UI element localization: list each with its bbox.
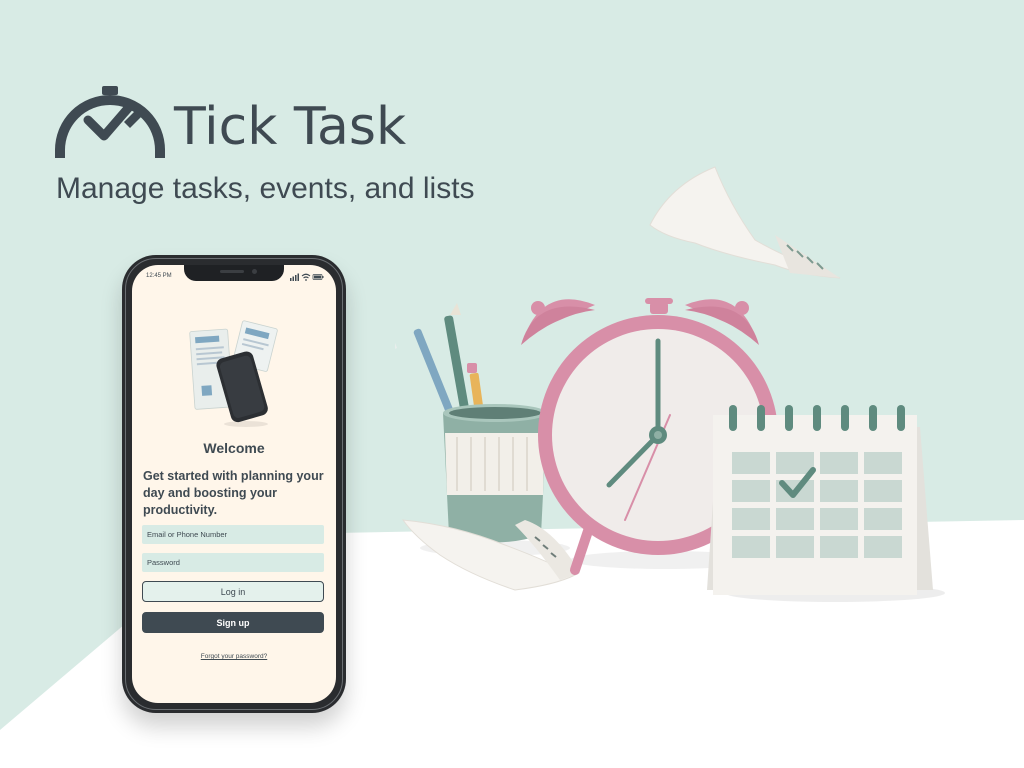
login-button[interactable]: Log in [142, 581, 324, 602]
password-field[interactable] [142, 553, 324, 572]
app-name: Tick Task [174, 97, 407, 157]
desk-illustration [395, 166, 945, 602]
hero-scene: Tick Task Manage tasks, events, and list… [0, 0, 1024, 768]
signup-button[interactable]: Sign up [142, 612, 324, 633]
front-camera [252, 269, 257, 274]
documents-phone-illustration [189, 320, 278, 427]
welcome-title: Welcome [203, 440, 265, 456]
clock-check-icon [55, 86, 165, 158]
forgot-password-link[interactable]: Forgot your password? [132, 653, 336, 660]
battery-icon [312, 274, 324, 280]
desk-calendar [707, 405, 933, 595]
phone-mockup: 12:45 PM Welcome Get started with planni… [122, 255, 346, 713]
speaker-grille [220, 270, 244, 273]
phone-notch [184, 265, 284, 281]
email-field[interactable] [142, 525, 324, 544]
flying-paper [649, 166, 841, 279]
signal-icon [290, 273, 299, 281]
status-bar-icons [290, 273, 324, 281]
phone-screen: 12:45 PM Welcome Get started with planni… [132, 265, 336, 703]
intro-text: Get started with planning your day and b… [143, 469, 324, 517]
wifi-icon [301, 273, 311, 281]
status-time: 12:45 PM [146, 273, 172, 279]
